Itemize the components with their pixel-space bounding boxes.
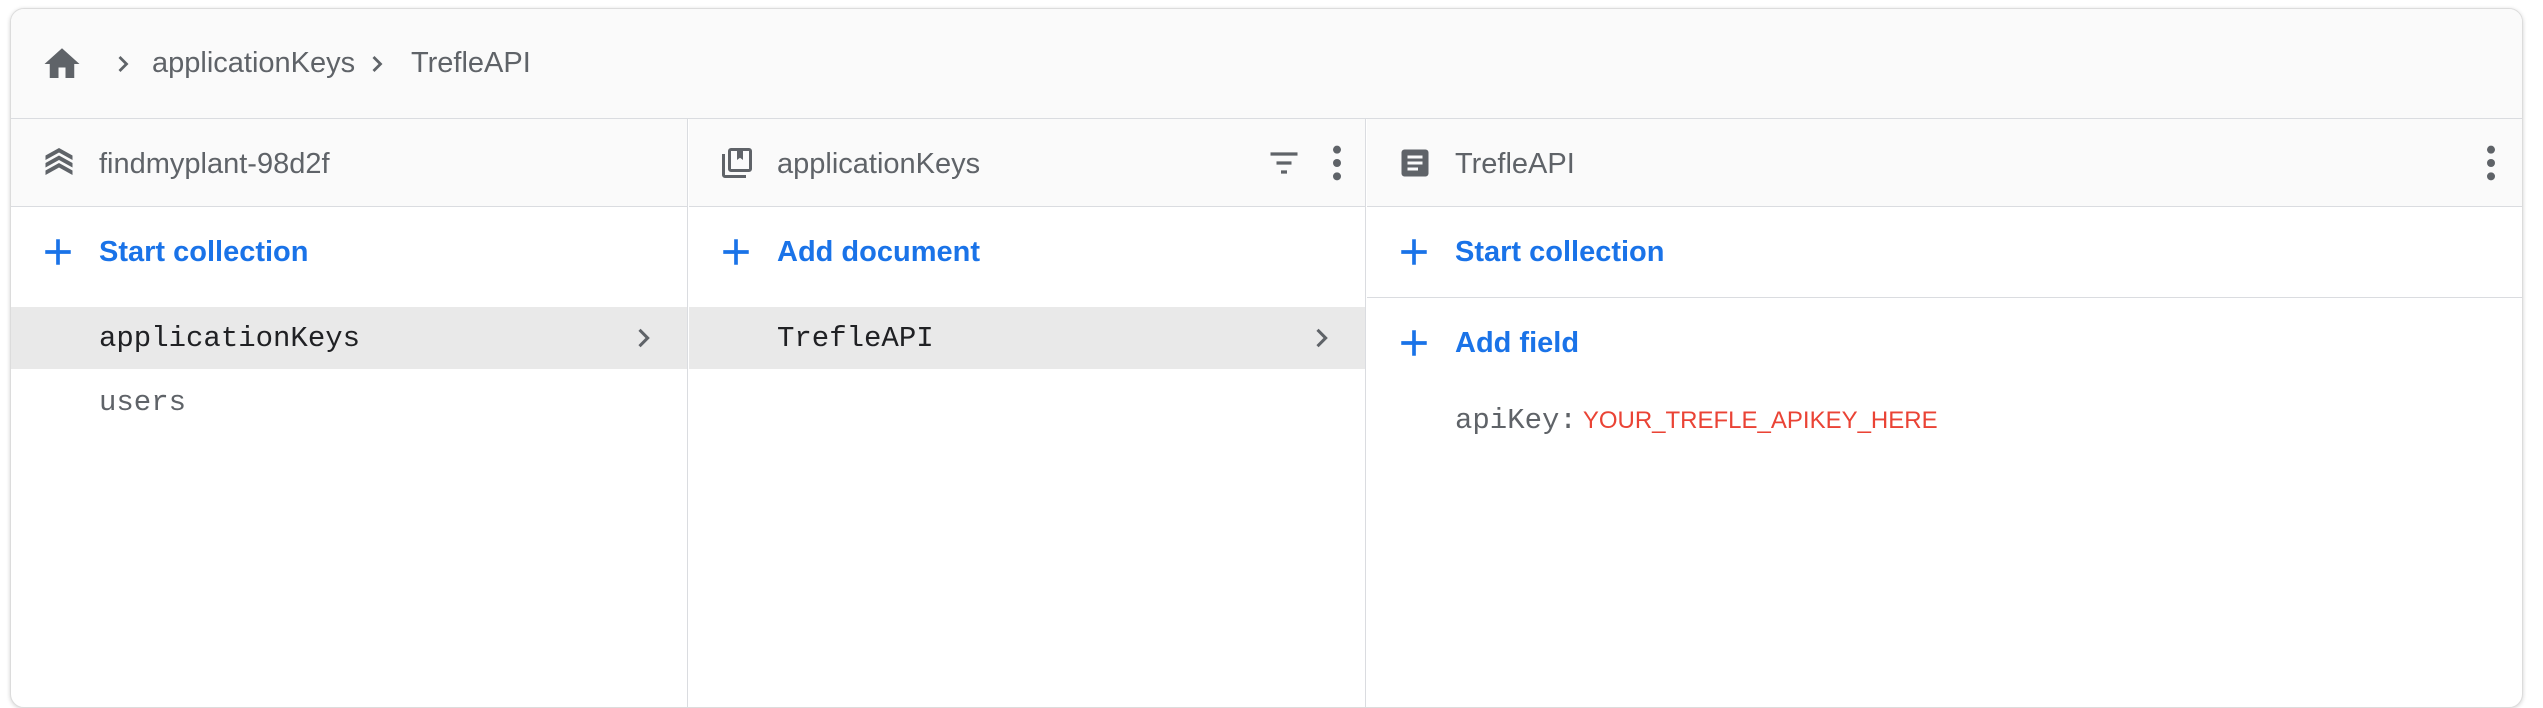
add-document-label: Add document [777,236,980,268]
document-column-header: TrefleAPI [1367,119,2522,207]
add-field-button[interactable]: Add field [1367,298,2522,388]
firestore-data-viewer: applicationKeys TrefleAPI findmyplant-98… [10,8,2523,708]
list-item-label: applicationKeys [99,322,361,355]
start-collection-label: Start collection [1455,236,1665,268]
field-key: apiKey [1455,404,1560,437]
chevron-right-icon [638,328,650,348]
start-collection-label: Start collection [99,236,309,268]
filter-icon[interactable] [1264,145,1304,181]
add-field-label: Add field [1455,327,1580,359]
root-column: findmyplant-98d2f Start collection appli… [11,119,688,707]
breadcrumb-item-trefleapi[interactable]: TrefleAPI [411,47,531,80]
field-row-apikey[interactable]: apiKey: YOUR_TREFLE_APIKEY_HERE [1455,404,1938,437]
plus-icon [1401,239,1427,265]
chevron-right-icon [1316,328,1328,348]
more-vert-icon[interactable] [1327,143,1347,183]
collection-icon [722,148,752,178]
list-item-users[interactable]: users [11,371,687,433]
document-title: TrefleAPI [1455,148,1575,180]
plus-icon [723,239,749,265]
firestore-project-icon [45,148,73,175]
list-item-trefleapi[interactable]: TrefleAPI [689,307,1365,369]
home-icon[interactable] [41,43,83,85]
breadcrumb: applicationKeys TrefleAPI [11,9,2522,119]
list-item-label: TrefleAPI [777,322,934,355]
chevron-right-icon [118,56,129,72]
field-separator: : [1559,404,1577,437]
chevron-right-icon [372,56,383,72]
document-icon [1401,149,1429,177]
collection-column: applicationKeys Add document TrefleAPI [689,119,1366,707]
project-title: findmyplant-98d2f [99,148,330,180]
collection-title: applicationKeys [777,148,981,180]
start-collection-button[interactable]: Start collection [1367,207,2522,297]
list-item-label: users [99,386,187,419]
list-item-applicationkeys[interactable]: applicationKeys [11,307,687,369]
start-collection-button[interactable]: Start collection [11,207,687,297]
breadcrumb-item-applicationkeys[interactable]: applicationKeys [152,47,355,80]
root-column-header: findmyplant-98d2f [11,119,687,207]
plus-icon [45,239,71,265]
add-document-button[interactable]: Add document [689,207,1365,297]
plus-icon [1401,330,1427,356]
collection-column-header: applicationKeys [689,119,1365,207]
document-column: TrefleAPI Start collection Add field api… [1367,119,2522,707]
more-vert-icon[interactable] [2481,143,2501,183]
field-value: YOUR_TREFLE_APIKEY_HERE [1582,407,1938,434]
